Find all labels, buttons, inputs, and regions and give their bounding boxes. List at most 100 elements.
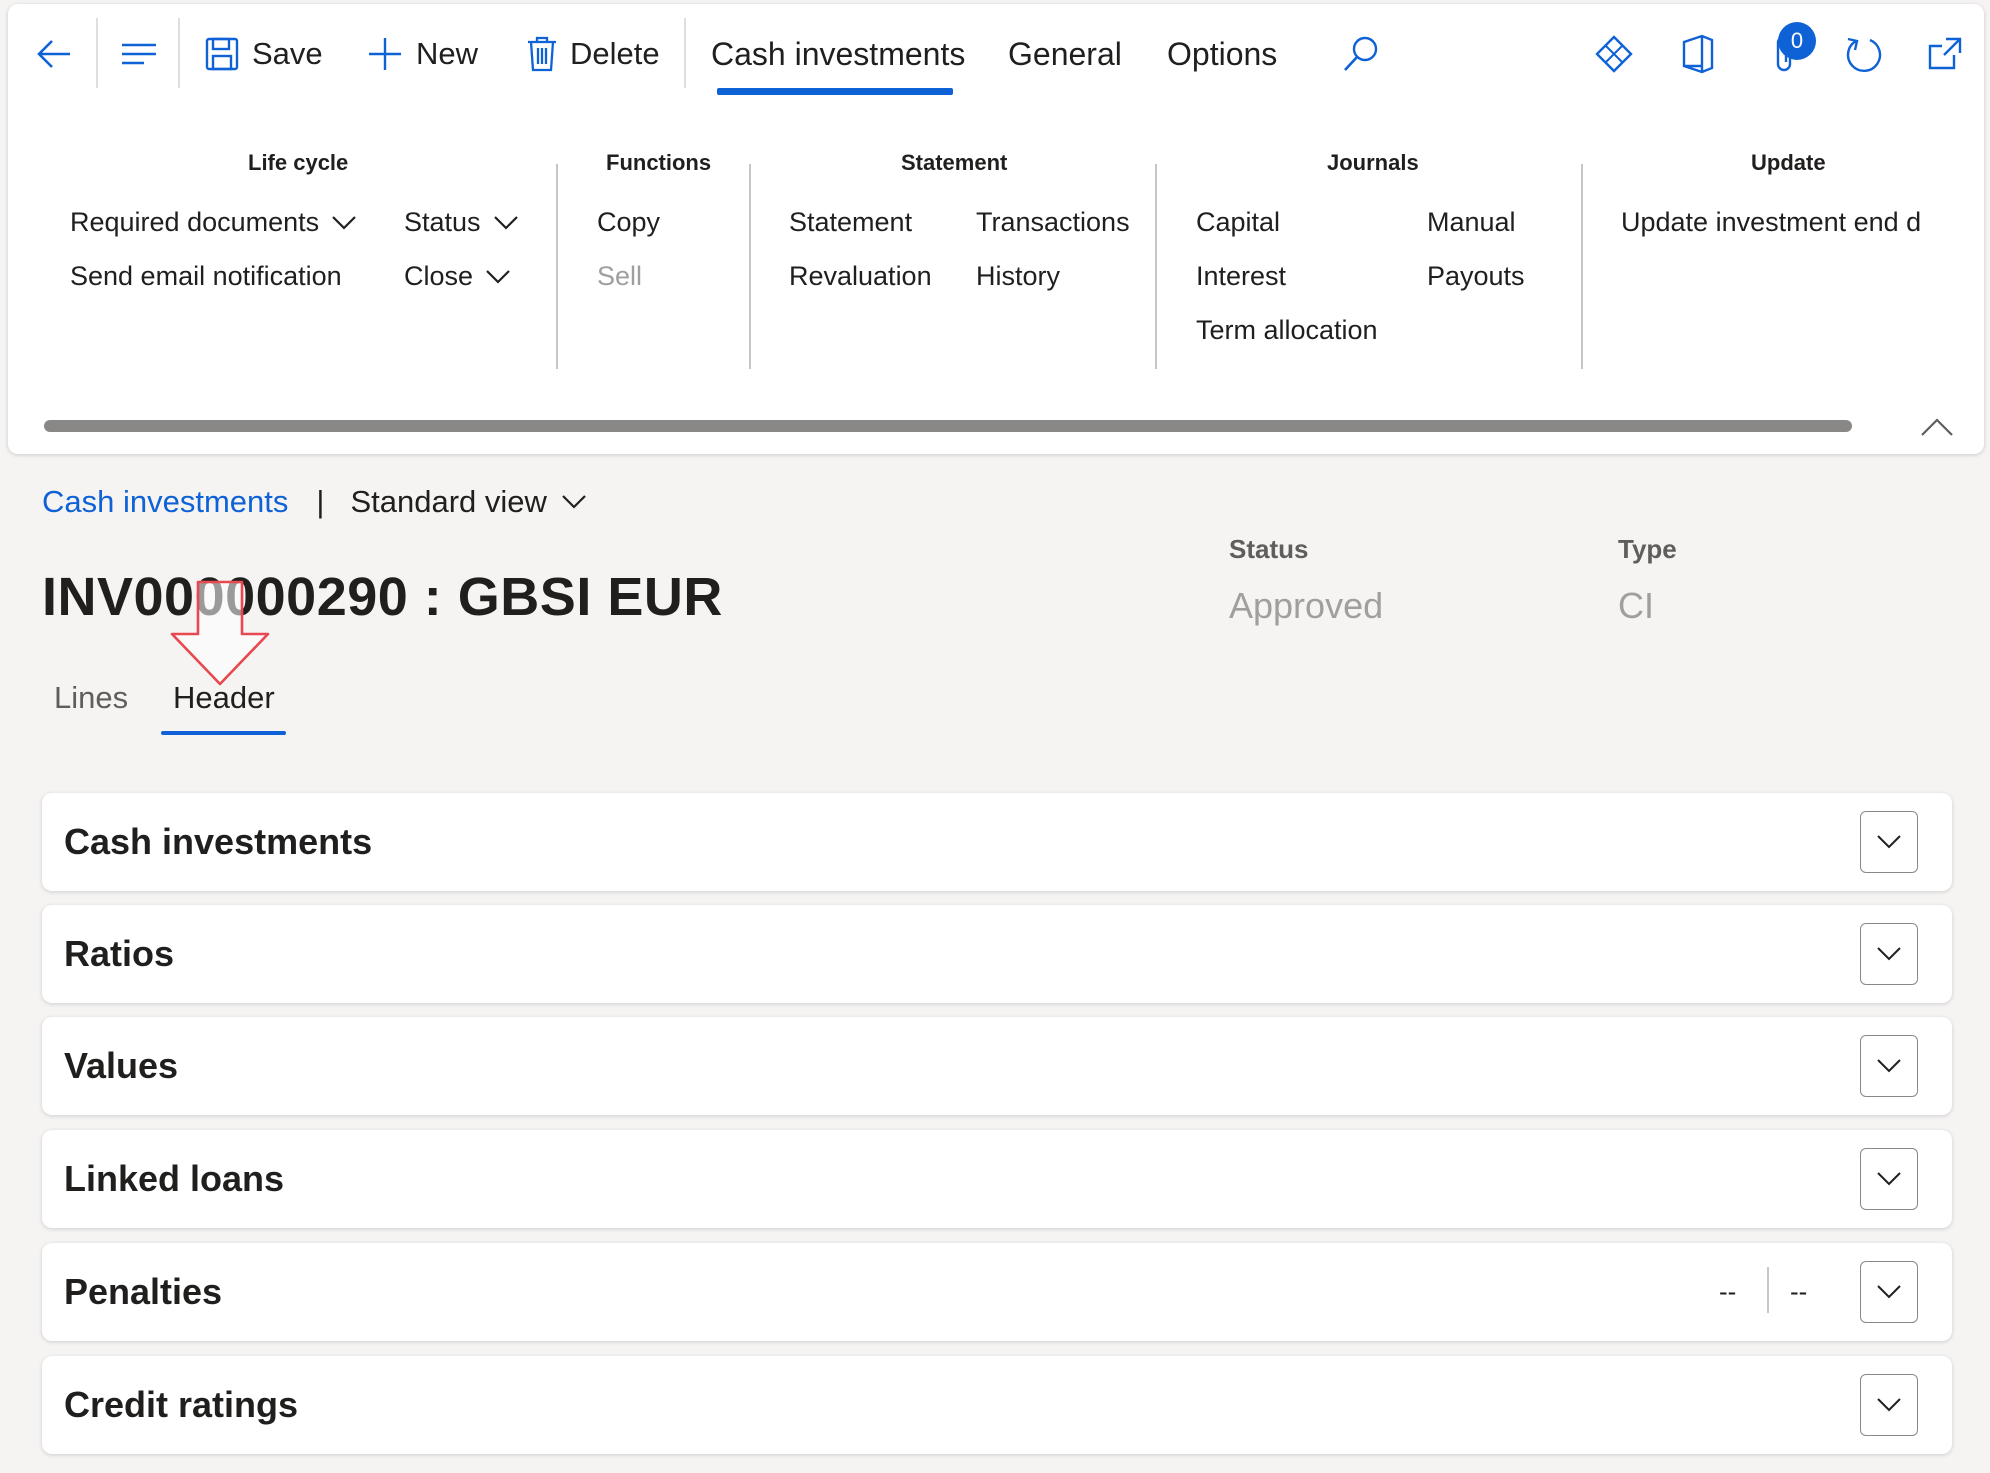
term-allocation-label: Term allocation <box>1196 315 1378 345</box>
close-dropdown-label: Close <box>404 261 474 291</box>
manual-button[interactable]: Manual <box>1427 207 1516 238</box>
status-dropdown[interactable]: Status <box>404 207 519 238</box>
close-dropdown[interactable]: Close <box>404 261 511 292</box>
tab-general[interactable]: General <box>1008 4 1122 104</box>
status-field-value: Approved <box>1229 585 1384 626</box>
tab-options-label: Options <box>1167 35 1278 72</box>
breadcrumb-separator: | <box>316 484 325 519</box>
term-allocation-button[interactable]: Term allocation <box>1196 315 1378 346</box>
payouts-label: Payouts <box>1427 261 1525 291</box>
delete-label: Delete <box>570 36 660 71</box>
collapse-ribbon-button[interactable] <box>1920 416 1954 438</box>
tab-options[interactable]: Options <box>1167 4 1277 104</box>
group-title-life-cycle: Life cycle <box>248 150 349 175</box>
expand-button[interactable] <box>1860 1148 1918 1210</box>
open-new-window-button[interactable] <box>1926 4 1964 104</box>
fasttab-cash-investments[interactable]: Cash investments <box>42 793 1952 891</box>
breadcrumb: Cash investments | Standard view <box>42 484 587 520</box>
search-button[interactable] <box>1341 4 1381 104</box>
back-button[interactable] <box>34 4 74 104</box>
chevron-down-icon <box>561 494 587 510</box>
refresh-button[interactable] <box>1844 4 1884 104</box>
statement-label: Statement <box>789 207 913 237</box>
fasttab-penalties[interactable]: Penalties -- -- <box>42 1243 1952 1341</box>
save-icon <box>204 36 240 72</box>
top-toolbar: Save New Delete Cash investments General… <box>8 4 1984 104</box>
required-documents-dropdown[interactable]: Required documents <box>70 207 357 238</box>
expand-button[interactable] <box>1860 811 1918 873</box>
toolbar-divider <box>684 18 686 88</box>
revaluation-button[interactable]: Revaluation <box>789 261 932 292</box>
trash-icon <box>526 35 558 73</box>
copy-label: Copy <box>597 207 661 237</box>
save-label: Save <box>252 36 323 71</box>
fasttab-summary-divider <box>1767 1267 1769 1313</box>
sell-button[interactable]: Sell <box>597 261 642 292</box>
office-icon <box>1680 34 1716 74</box>
statement-button[interactable]: Statement <box>789 207 912 238</box>
menu-button[interactable] <box>118 4 160 104</box>
history-button[interactable]: History <box>976 261 1060 292</box>
chevron-down-icon <box>1876 1397 1902 1413</box>
page-title: INV000000290 : GBSI EUR <box>42 567 723 627</box>
callout-arrow-icon <box>168 580 272 693</box>
group-title-functions: Functions <box>606 150 712 175</box>
transactions-button[interactable]: Transactions <box>976 207 1130 238</box>
fasttab-title: Cash investments <box>64 821 373 862</box>
new-button[interactable]: New <box>366 4 478 104</box>
fasttab-title: Ratios <box>64 933 175 974</box>
chevron-down-icon <box>1876 834 1902 850</box>
fasttab-ratios[interactable]: Ratios <box>42 905 1952 1003</box>
chevron-up-icon <box>1920 416 1954 438</box>
plus-icon <box>366 35 404 73</box>
chevron-down-icon <box>1876 1284 1902 1300</box>
chevron-down-icon <box>1876 946 1902 962</box>
send-email-notification-button[interactable]: Send email notification <box>70 261 342 292</box>
fasttab-values[interactable]: Values <box>42 1017 1952 1115</box>
tab-lines[interactable]: Lines <box>54 680 128 716</box>
expand-button[interactable] <box>1860 1261 1918 1323</box>
view-selector[interactable]: Standard view <box>350 484 586 520</box>
save-button[interactable]: Save <box>204 4 323 104</box>
ribbon-group-divider <box>1155 164 1157 369</box>
capital-button[interactable]: Capital <box>1196 207 1280 238</box>
active-tab-indicator <box>717 88 953 95</box>
capital-label: Capital <box>1196 207 1281 237</box>
fasttab-credit-ratings[interactable]: Credit ratings <box>42 1356 1952 1454</box>
pop-out-icon <box>1926 35 1964 73</box>
chevron-down-icon <box>493 215 519 231</box>
toolbar-divider <box>178 18 180 88</box>
interest-label: Interest <box>1196 261 1287 291</box>
group-title-statement: Statement <box>901 150 1008 175</box>
attachments-count-badge: 0 <box>1778 22 1816 60</box>
manual-label: Manual <box>1427 207 1516 237</box>
expand-button[interactable] <box>1860 1035 1918 1097</box>
office-button[interactable] <box>1680 4 1716 104</box>
payouts-button[interactable]: Payouts <box>1427 261 1525 292</box>
interest-button[interactable]: Interest <box>1196 261 1286 292</box>
back-arrow-icon <box>34 34 74 74</box>
action-pane: Save New Delete Cash investments General… <box>8 4 1984 454</box>
expand-button[interactable] <box>1860 1374 1918 1436</box>
fasttab-title: Credit ratings <box>64 1384 299 1425</box>
refresh-icon <box>1844 34 1884 74</box>
group-title-journals: Journals <box>1327 150 1419 175</box>
type-field-label: Type <box>1618 534 1677 564</box>
tab-cash-investments-label: Cash investments <box>711 35 966 72</box>
tab-general-label: General <box>1008 35 1122 72</box>
copy-button[interactable]: Copy <box>597 207 660 238</box>
fasttab-linked-loans[interactable]: Linked loans <box>42 1130 1952 1228</box>
group-title-update: Update <box>1751 150 1826 175</box>
send-email-notification-label: Send email notification <box>70 261 342 291</box>
breadcrumb-page-link[interactable]: Cash investments <box>42 484 288 520</box>
ribbon-group-divider <box>749 164 751 369</box>
power-apps-button[interactable] <box>1594 4 1634 104</box>
expand-button[interactable] <box>1860 923 1918 985</box>
sell-label: Sell <box>597 261 643 291</box>
update-investment-end-date-button[interactable]: Update investment end d <box>1621 207 1921 238</box>
delete-button[interactable]: Delete <box>526 4 660 104</box>
chevron-down-icon <box>331 215 357 231</box>
required-documents-label: Required documents <box>70 207 320 237</box>
fasttab-summary-value: -- <box>1790 1276 1808 1307</box>
ribbon-horizontal-scrollbar[interactable] <box>44 420 1852 432</box>
